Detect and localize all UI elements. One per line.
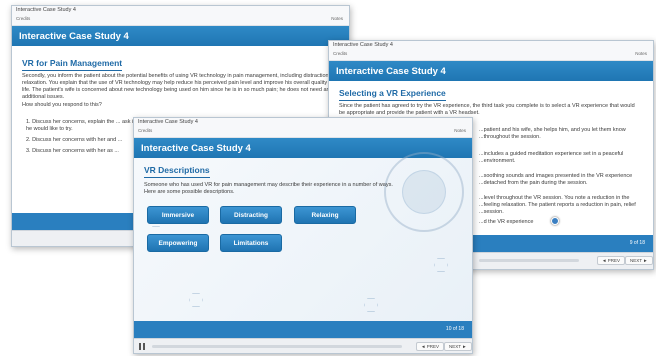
case-study-window-3: Interactive Case Study 4 Credits Notes I… xyxy=(133,117,473,354)
slide-paragraph: ...patient and his wife, she helps him, … xyxy=(479,127,626,140)
credits-link[interactable]: Credits xyxy=(16,16,30,21)
next-button[interactable]: NEXT ► xyxy=(625,256,653,265)
page-counter: 10 of 18 xyxy=(445,326,464,332)
course-breadcrumb: Interactive Case Study 4 xyxy=(333,42,393,48)
cursor-icon xyxy=(551,217,559,225)
pause-icon[interactable] xyxy=(139,343,145,350)
slide-paragraph: ...soothing sounds and images presented … xyxy=(479,173,633,186)
prev-button[interactable]: ◄ PREV xyxy=(416,342,444,351)
slide-heading: VR for Pain Management xyxy=(22,58,123,71)
question-text: How should you respond to this? xyxy=(22,102,102,108)
timeline-scrubber[interactable] xyxy=(479,259,579,262)
hex-decoration xyxy=(364,298,378,312)
slide-paragraph: ...level throughout the VR session. You … xyxy=(479,195,636,215)
player-topbar: Interactive Case Study 4 Credits Notes xyxy=(134,118,472,138)
slide-header: Interactive Case Study 4 xyxy=(329,61,653,81)
empowering-button[interactable]: Empowering xyxy=(147,234,209,252)
hex-decoration xyxy=(189,293,203,307)
player-topbar: Interactive Case Study 4 Credits Notes xyxy=(329,41,653,61)
prev-button[interactable]: ◄ PREV xyxy=(597,256,625,265)
slide-paragraph: Since the patient has agreed to try the … xyxy=(339,103,635,116)
slide-intro-text: Someone who has used VR for pain managem… xyxy=(144,182,393,195)
slide-heading: Selecting a VR Experience xyxy=(339,88,446,101)
slide-body-text: Secondly, you inform the patient about t… xyxy=(22,73,340,100)
page-counter: 9 of 18 xyxy=(629,240,645,246)
answer-option[interactable]: 2. Discuss her concerns with her and ... xyxy=(26,137,136,144)
next-button[interactable]: NEXT ► xyxy=(444,342,472,351)
credits-link[interactable]: Credits xyxy=(138,128,152,133)
answer-options: 1. Discuss her concerns, explain the ...… xyxy=(26,119,136,159)
slide-heading: VR Descriptions xyxy=(144,165,210,178)
slide-footer-bar: 10 of 18 xyxy=(134,321,472,338)
slide-content: VR Descriptions Someone who has used VR … xyxy=(134,152,472,353)
slide-header: Interactive Case Study 4 xyxy=(12,26,349,46)
timeline-scrubber[interactable] xyxy=(152,345,402,348)
slide-paragraph: ...includes a guided meditation experien… xyxy=(479,151,624,164)
player-controls: ◄ PREV NEXT ► xyxy=(134,338,472,353)
stethoscope-decoration xyxy=(402,170,446,214)
immersive-button[interactable]: Immersive xyxy=(147,206,209,224)
notes-link[interactable]: Notes xyxy=(454,128,466,133)
credits-link[interactable]: Credits xyxy=(333,51,347,56)
distracting-button[interactable]: Distracting xyxy=(220,206,282,224)
hex-decoration xyxy=(434,258,448,272)
course-breadcrumb: Interactive Case Study 4 xyxy=(16,7,76,13)
course-breadcrumb: Interactive Case Study 4 xyxy=(138,119,198,125)
relaxing-button[interactable]: Relaxing xyxy=(294,206,356,224)
limitations-button[interactable]: Limitations xyxy=(220,234,282,252)
notes-link[interactable]: Notes xyxy=(331,16,343,21)
player-topbar: Interactive Case Study 4 Credits Notes xyxy=(12,6,349,26)
answer-option[interactable]: 1. Discuss her concerns, explain the ...… xyxy=(26,119,136,133)
answer-option[interactable]: 3. Discuss her concerns with her as ... xyxy=(26,148,136,155)
notes-link[interactable]: Notes xyxy=(635,51,647,56)
